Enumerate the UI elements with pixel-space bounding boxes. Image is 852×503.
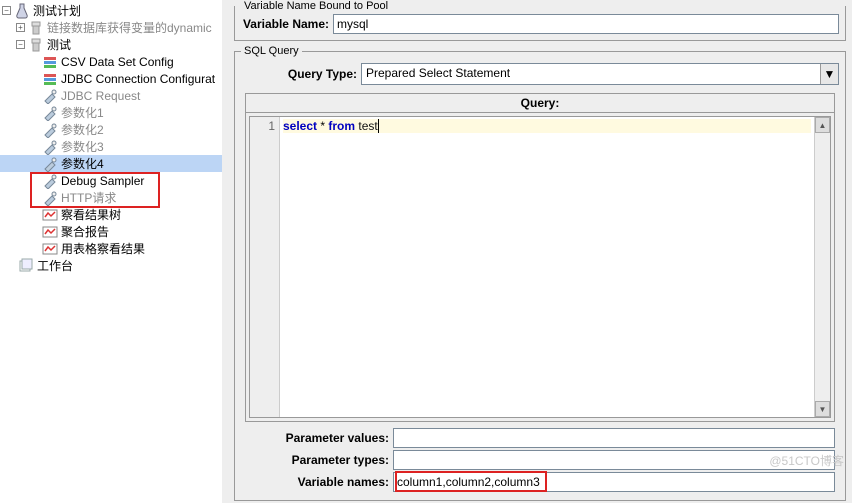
highlight-annotation <box>395 471 547 492</box>
flask-icon <box>14 3 30 19</box>
tree: − 测试计划 + 链接数据库获得变量的dynamic − 测试 CSV Data… <box>0 0 222 276</box>
query-box: Query: 1 select * from test ▲ ▼ <box>245 93 835 422</box>
tree-label: 测试计划 <box>33 2 81 19</box>
tree-item-workbench[interactable]: 工作台 <box>0 257 222 274</box>
variable-name-label: Variable Name: <box>241 17 333 31</box>
tree-label: 察看结果树 <box>61 206 121 223</box>
toggle-collapse-icon[interactable]: − <box>2 6 11 15</box>
listener-icon <box>42 207 58 223</box>
listener-icon <box>42 224 58 240</box>
tree-item-dynamic[interactable]: + 链接数据库获得变量的dynamic <box>0 19 222 36</box>
variable-name-input[interactable] <box>333 14 839 34</box>
tree-label: 参数化4 <box>61 155 104 172</box>
tree-sidebar: − 测试计划 + 链接数据库获得变量的dynamic − 测试 CSV Data… <box>0 0 222 503</box>
tree-label: 参数化1 <box>61 104 104 121</box>
sql-query-legend: SQL Query <box>241 45 302 57</box>
tree-item-table-results[interactable]: 用表格察看结果 <box>0 240 222 257</box>
toggle-collapse-icon[interactable]: − <box>16 40 25 49</box>
tree-label: 链接数据库获得变量的dynamic <box>47 19 212 36</box>
sql-params: Parameter values: Parameter types: Varia… <box>241 424 839 496</box>
parameter-values-label: Parameter values: <box>245 431 393 445</box>
scrollbar-vertical[interactable]: ▲ ▼ <box>814 117 830 417</box>
tree-label: 工作台 <box>37 257 73 274</box>
tree-item-csv[interactable]: CSV Data Set Config <box>0 53 222 70</box>
tree-label: 参数化3 <box>61 138 104 155</box>
sql-query-fieldset: SQL Query Query Type: Prepared Select St… <box>234 45 846 501</box>
sampler-icon <box>42 139 58 155</box>
config-element-icon <box>42 71 58 87</box>
query-type-combo[interactable]: Prepared Select Statement ▼ <box>361 63 839 85</box>
tree-item-param2[interactable]: 参数化2 <box>0 121 222 138</box>
parameter-values-input[interactable] <box>393 428 835 448</box>
toggle-expand-icon[interactable]: + <box>16 23 25 32</box>
sampler-icon <box>42 156 58 172</box>
chevron-down-icon[interactable]: ▼ <box>820 64 838 84</box>
tree-label: 用表格察看结果 <box>61 240 145 257</box>
tree-label: 参数化2 <box>61 121 104 138</box>
tree-item-result-tree[interactable]: 察看结果树 <box>0 206 222 223</box>
config-element-icon <box>42 54 58 70</box>
tree-label: 聚合报告 <box>61 223 109 240</box>
tree-item-param1[interactable]: 参数化1 <box>0 104 222 121</box>
thread-group-icon <box>28 20 44 36</box>
tree-item-param4[interactable]: 参数化4 <box>0 155 222 172</box>
listener-icon <box>42 241 58 257</box>
tree-label: JDBC Connection Configurat <box>61 72 215 86</box>
query-type-label: Query Type: <box>241 67 361 81</box>
tree-item-jdbc-conn[interactable]: JDBC Connection Configurat <box>0 70 222 87</box>
tree-root-test-plan[interactable]: − 测试计划 <box>0 2 222 19</box>
sampler-icon <box>42 88 58 104</box>
pool-legend: Variable Name Bound to Pool <box>241 0 391 12</box>
tree-item-jdbc-req[interactable]: JDBC Request <box>0 87 222 104</box>
tree-label: 测试 <box>47 36 71 53</box>
text-caret <box>378 119 379 133</box>
sql-editor[interactable]: 1 select * from test ▲ ▼ <box>249 116 831 418</box>
editor-gutter: 1 <box>250 117 280 417</box>
main-panel: Variable Name Bound to Pool Variable Nam… <box>228 0 852 503</box>
parameter-types-label: Parameter types: <box>245 453 393 467</box>
query-type-value: Prepared Select Statement <box>362 64 820 84</box>
tree-item-test[interactable]: − 测试 <box>0 36 222 53</box>
thread-group-icon <box>28 37 44 53</box>
tree-label: JDBC Request <box>61 89 140 103</box>
workbench-icon <box>18 258 34 274</box>
pool-fieldset: Variable Name Bound to Pool Variable Nam… <box>234 0 846 41</box>
tree-item-aggregate[interactable]: 聚合报告 <box>0 223 222 240</box>
sampler-icon <box>42 105 58 121</box>
query-header: Query: <box>246 94 834 113</box>
tree-label: CSV Data Set Config <box>61 55 174 69</box>
highlight-annotation <box>30 172 160 208</box>
editor-body[interactable]: select * from test <box>280 117 814 417</box>
tree-item-param3[interactable]: 参数化3 <box>0 138 222 155</box>
parameter-types-input[interactable] <box>393 450 835 470</box>
variable-names-label: Variable names: <box>245 475 393 489</box>
sampler-icon <box>42 122 58 138</box>
scroll-down-icon[interactable]: ▼ <box>815 401 830 417</box>
scroll-up-icon[interactable]: ▲ <box>815 117 830 133</box>
